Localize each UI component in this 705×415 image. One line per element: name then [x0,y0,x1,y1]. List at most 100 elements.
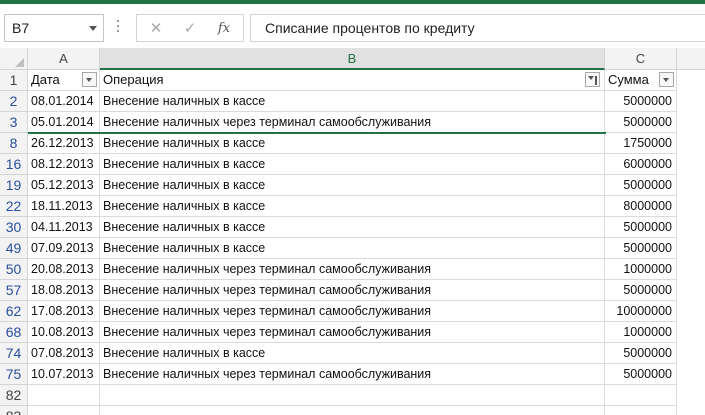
amount-cell[interactable]: 5000000 [605,280,677,301]
table-row: 75 10.07.2013 Внесение наличных через терм… [0,364,705,385]
date-cell[interactable]: 10.07.2013 [28,364,100,385]
filter-arrow-icon [663,78,669,82]
operation-cell[interactable]: Внесение наличных в кассе [100,91,605,112]
column-header-c[interactable]: C [605,48,677,69]
select-all-icon [15,58,24,67]
date-cell[interactable]: 08.01.2014 [28,91,100,112]
date-cell[interactable]: 18.08.2013 [28,280,100,301]
operation-cell[interactable]: Внесение наличных в кассе [100,175,605,196]
header-cell-amount[interactable]: Сумма [605,70,677,91]
date-cell[interactable]: 26.12.2013 [28,133,100,154]
date-cell[interactable]: 07.09.2013 [28,238,100,259]
header-cell-date[interactable]: Дата [28,70,100,91]
table-row: 57 18.08.2013 Внесение наличных через терм… [0,280,705,301]
chevron-down-icon[interactable] [89,26,97,31]
amount-cell[interactable]: 5000000 [605,238,677,259]
date-cell[interactable]: 10.08.2013 [28,322,100,343]
date-cell[interactable]: 07.08.2013 [28,343,100,364]
empty-cell[interactable] [100,385,605,406]
row-header[interactable]: 16 [0,154,28,175]
row-header[interactable]: 75 [0,364,28,385]
row-header[interactable]: 49 [0,238,28,259]
column-header-a[interactable]: A [28,48,100,69]
amount-cell[interactable]: 1750000 [605,133,677,154]
select-all-button[interactable] [0,48,28,70]
amount-cell[interactable]: 10000000 [605,301,677,322]
row-header[interactable]: 57 [0,280,28,301]
operation-cell[interactable]: Внесение наличных в кассе [100,238,605,259]
table-row: 50 20.08.2013 Внесение наличных через терм… [0,259,705,280]
header-cell-operation[interactable]: Операция [100,70,605,91]
date-cell[interactable]: 08.12.2013 [28,154,100,175]
operation-cell[interactable]: Внесение наличных в кассе [100,154,605,175]
date-cell[interactable]: 18.11.2013 [28,196,100,217]
empty-cell[interactable] [605,385,677,406]
formula-input[interactable]: Списание процентов по кредиту [250,14,705,42]
empty-cell[interactable] [28,406,100,415]
amount-cell[interactable]: 5000000 [605,112,677,133]
row-header[interactable]: 19 [0,175,28,196]
name-box-value: B7 [12,20,30,36]
table-row: 2 08.01.2014 Внесение наличных в кассе 5000… [0,91,705,112]
row-header[interactable]: 62 [0,301,28,322]
filter-dropdown-operation[interactable] [585,72,600,87]
empty-cell[interactable] [100,406,605,415]
row-header[interactable]: 83 [0,406,28,415]
row-header[interactable]: 2 [0,91,28,112]
operation-cell[interactable]: Внесение наличных в кассе [100,343,605,364]
amount-cell[interactable]: 1000000 [605,259,677,280]
operation-cell[interactable]: Внесение наличных в кассе [100,196,605,217]
row-header[interactable]: 50 [0,259,28,280]
empty-cell[interactable] [28,385,100,406]
date-cell[interactable]: 17.08.2013 [28,301,100,322]
enter-icon[interactable]: ✓ [175,18,205,40]
operation-cell[interactable]: Внесение наличных через терминал самообс… [100,322,605,343]
row-header[interactable]: 22 [0,196,28,217]
table-row: 22 18.11.2013 Внесение наличных в кассе 800… [0,196,705,217]
amount-cell[interactable]: 5000000 [605,343,677,364]
amount-cell[interactable]: 5000000 [605,91,677,112]
amount-cell[interactable]: 6000000 [605,154,677,175]
row-header[interactable]: 3 [0,112,28,133]
table-row: 19 05.12.2013 Внесение наличных в кассе 500… [0,175,705,196]
table-row: 68 10.08.2013 Внесение наличных через терм… [0,322,705,343]
operation-cell[interactable]: Внесение наличных через терминал самообс… [100,364,605,385]
operation-cell[interactable]: Внесение наличных через терминал самообс… [100,301,605,322]
amount-cell[interactable]: 5000000 [605,364,677,385]
row-header[interactable]: 8 [0,133,28,154]
row-header[interactable]: 1 [0,70,28,91]
amount-cell[interactable]: 1000000 [605,322,677,343]
operation-cell[interactable]: Внесение наличных в кассе [100,217,605,238]
date-cell[interactable]: 04.11.2013 [28,217,100,238]
header-label-amount: Сумма [608,72,649,87]
operation-cell[interactable]: Внесение наличных через терминал самообс… [100,259,605,280]
table-row: 74 07.08.2013 Внесение наличных в кассе 500… [0,343,705,364]
operation-cell[interactable]: Внесение наличных через терминал самообс… [100,280,605,301]
amount-cell[interactable]: 5000000 [605,217,677,238]
insert-function-icon[interactable]: fx [209,18,239,40]
row-header[interactable]: 68 [0,322,28,343]
date-cell[interactable]: 05.12.2013 [28,175,100,196]
empty-cell[interactable] [605,406,677,415]
date-cell[interactable]: 20.08.2013 [28,259,100,280]
table-row: 3 05.01.2014 Внесение наличных через терми… [0,112,705,133]
header-label-operation: Операция [103,72,164,87]
row-header[interactable]: 82 [0,385,28,406]
header-row: 1 Дата Операция Сумма [0,70,705,91]
operation-cell[interactable]: Внесение наличных в кассе [100,133,605,154]
drag-handle-icon[interactable] [116,18,120,38]
date-cell[interactable]: 05.01.2014 [28,112,100,133]
formula-content: Списание процентов по кредиту [265,20,475,36]
operation-cell[interactable]: Внесение наличных через терминал самообс… [100,112,605,133]
empty-row: 82 [0,385,705,406]
filter-dropdown-date[interactable] [82,72,97,87]
amount-cell[interactable]: 8000000 [605,196,677,217]
amount-cell[interactable]: 5000000 [605,175,677,196]
row-header[interactable]: 74 [0,343,28,364]
cancel-icon[interactable]: ✕ [141,18,171,40]
name-box[interactable]: B7 [4,14,104,42]
selection-border [28,132,606,134]
column-header-b[interactable]: B [100,48,605,70]
filter-dropdown-amount[interactable] [659,72,674,87]
row-header[interactable]: 30 [0,217,28,238]
